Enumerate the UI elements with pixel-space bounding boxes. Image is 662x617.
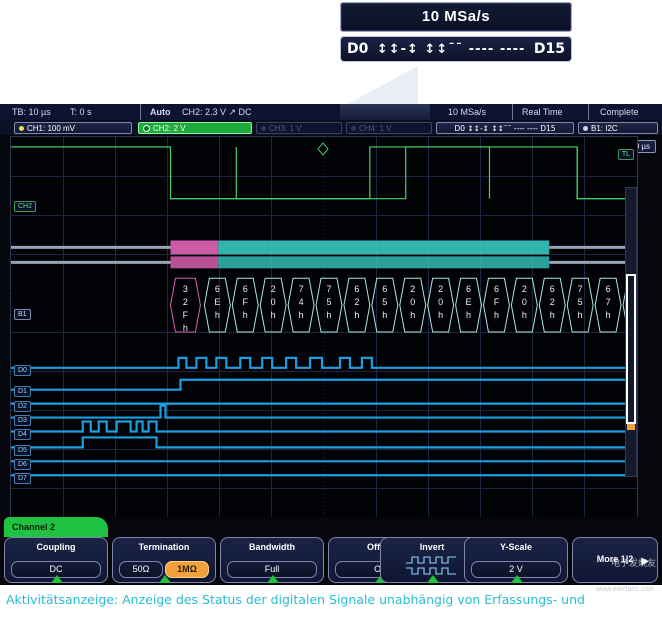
bus1-label: B1: I2C: [591, 124, 618, 133]
timebase-readout: TB: 10 µs: [12, 107, 51, 117]
channel-bar: CH1: 100 mV CH2: 2 V CH3: 1 V CH4: 1 V D…: [0, 121, 662, 135]
channel-chip-ch3[interactable]: CH3: 1 V: [256, 122, 342, 134]
bandwidth-label: Bandwidth: [221, 542, 323, 552]
y-scale-label: Y-Scale: [465, 542, 567, 552]
menu-button-coupling[interactable]: Coupling DC: [4, 537, 108, 583]
digital-channels-waveforms: [11, 137, 637, 523]
sample-rate-readout: 10 MSa/s: [448, 107, 486, 117]
digital-activity-label: D0 ↕↕-↕ ↕↕¯¯ ---- ---- D15: [454, 124, 555, 133]
ch2-label: CH2: 2 V: [153, 124, 185, 133]
menu-button-y-scale[interactable]: Y-Scale 2 V: [464, 537, 568, 583]
callout-activity-indicator: D0 ↕↕-↕ ↕↕¯¯ ---- ---- D15: [340, 36, 572, 62]
channel-chip-digital[interactable]: D0 ↕↕-↕ ↕↕¯¯ ---- ---- D15: [436, 122, 574, 134]
tag-d4[interactable]: D4: [14, 429, 31, 440]
callout-sample-rate: 10 MSa/s: [340, 2, 572, 32]
ch3-label: CH3: 1 V: [269, 124, 301, 133]
watermark-logo: 电子发烧友: [611, 556, 656, 569]
scrollbar-marker: [627, 424, 635, 430]
channel-chip-bus1[interactable]: B1: I2C: [578, 122, 658, 134]
callout-pointer: [318, 66, 418, 108]
acquisition-mode-readout: Real Time: [522, 107, 563, 117]
ch2-color-dot: [143, 125, 150, 132]
ch4-color-dot: [351, 126, 356, 131]
trigger-time-readout: T: 0 s: [70, 107, 92, 117]
trigger-source-readout: CH2: 2.3 V ↗ DC: [182, 107, 252, 118]
menu-button-termination[interactable]: Termination 50Ω 1MΩ: [112, 537, 216, 583]
oscilloscope-screenshot: 10 MSa/s D0 ↕↕-↕ ↕↕¯¯ ---- ---- D15 TB: …: [0, 0, 662, 617]
tag-d6[interactable]: D6: [14, 459, 31, 470]
trigger-mode[interactable]: Auto: [150, 107, 171, 117]
termination-value-1megohm[interactable]: 1MΩ: [165, 561, 209, 578]
menu-button-bandwidth[interactable]: Bandwidth Full: [220, 537, 324, 583]
termination-label: Termination: [113, 542, 215, 552]
menu-tab-channel2[interactable]: Channel 2: [4, 517, 108, 537]
ch1-label: CH1: 100 mV: [27, 124, 75, 133]
softkey-menu: Channel 2 Coupling DC Termination 50Ω 1M…: [0, 517, 662, 585]
waveform-grid[interactable]: 32Fh6Eh6Fh20h74h75h62h65h20h20h6Eh6Fh20h…: [10, 136, 638, 524]
coupling-label: Coupling: [5, 542, 107, 552]
activity-pattern: ↕↕-↕ ↕↕¯¯ ---- ----: [377, 42, 526, 57]
scope-display: TB: 10 µs T: 0 s Auto CH2: 2.3 V ↗ DC 10…: [0, 104, 662, 585]
channel-chip-ch4[interactable]: CH4: 1 V: [346, 122, 432, 134]
activity-label-d15: D15: [534, 41, 565, 57]
bus1-color-dot: [583, 126, 588, 131]
activity-label-d0: D0: [347, 41, 368, 57]
acquisition-state: Complete: [600, 107, 639, 117]
tag-d0[interactable]: D0: [14, 365, 31, 376]
channel-chip-ch1[interactable]: CH1: 100 mV: [14, 122, 132, 134]
tag-d1[interactable]: D1: [14, 386, 31, 397]
tag-trigger-level[interactable]: TL: [618, 149, 634, 160]
tag-ch2[interactable]: CH2: [14, 201, 36, 212]
callout-zoom-panel: 10 MSa/s D0 ↕↕-↕ ↕↕¯¯ ---- ---- D15: [340, 2, 572, 62]
ch4-label: CH4: 1 V: [359, 124, 391, 133]
tag-d7[interactable]: D7: [14, 473, 31, 484]
channel-chip-ch2[interactable]: CH2: 2 V: [138, 122, 252, 134]
tag-d2[interactable]: D2: [14, 401, 31, 412]
tag-bus1[interactable]: B1: [14, 309, 31, 320]
termination-value-50ohm[interactable]: 50Ω: [119, 561, 163, 578]
tag-d5[interactable]: D5: [14, 445, 31, 456]
vertical-scrollbar[interactable]: [625, 187, 637, 477]
ch3-color-dot: [261, 126, 266, 131]
scrollbar-handle[interactable]: [626, 274, 636, 424]
tag-d3[interactable]: D3: [14, 415, 31, 426]
status-bar: TB: 10 µs T: 0 s Auto CH2: 2.3 V ↗ DC 10…: [0, 104, 662, 121]
invert-waveform-icon: [404, 554, 460, 576]
ch1-color-dot: [19, 126, 24, 131]
figure-caption: Aktivitätsanzeige: Anzeige des Status de…: [6, 592, 656, 607]
